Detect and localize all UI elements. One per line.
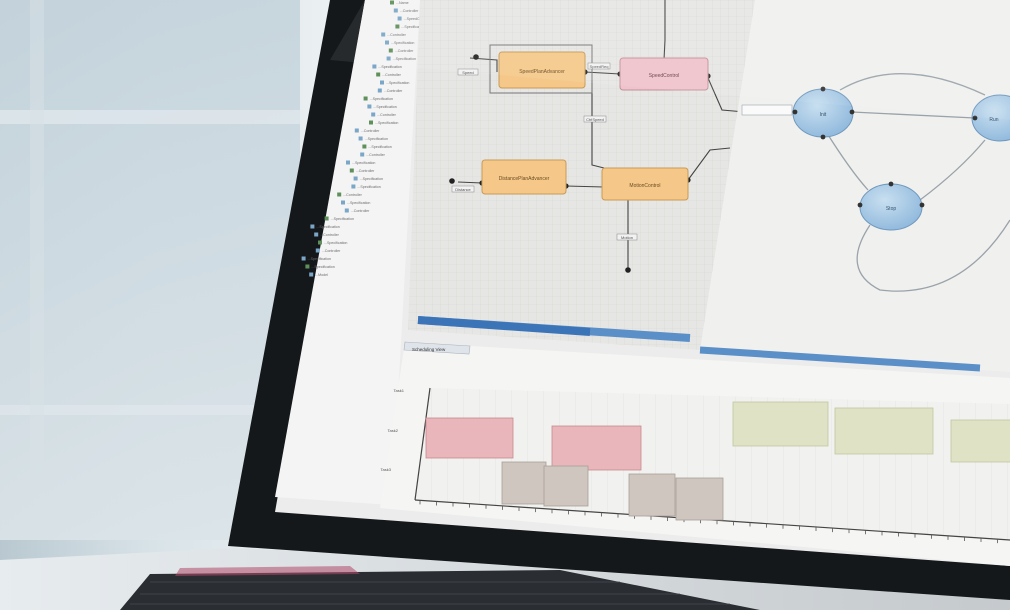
block-label: MotionControl <box>629 183 660 189</box>
tree-node-icon <box>351 184 356 189</box>
tree-item[interactable]: ...Controller <box>351 209 370 213</box>
gantt-bar[interactable] <box>950 419 1010 463</box>
gantt-bar[interactable] <box>834 407 934 455</box>
wire-label: Distance <box>455 187 471 192</box>
tree-node-icon <box>360 152 365 157</box>
tree-item[interactable]: ...Specification <box>365 137 388 141</box>
tree-item[interactable]: ...Controller <box>377 113 396 117</box>
row-label: Task1 <box>394 388 405 393</box>
gantt-bar[interactable] <box>732 401 829 447</box>
tree-node-icon <box>377 88 382 93</box>
tree-item[interactable]: ...Specification <box>311 265 334 269</box>
gantt-bar[interactable] <box>425 417 514 459</box>
tree-node-icon <box>372 64 377 69</box>
tree-node-icon <box>376 72 381 77</box>
tree-node-icon <box>353 176 358 181</box>
state-label: Init <box>820 112 827 118</box>
tree-item[interactable]: ...Specification <box>352 161 375 165</box>
wire-label: CtrlSpeed <box>586 117 604 122</box>
tree-node-icon <box>324 216 329 221</box>
tree-item[interactable]: ...Controller <box>382 73 401 77</box>
tree-node-icon <box>371 112 376 117</box>
tree-node-icon <box>341 200 345 205</box>
gantt-bar[interactable] <box>501 461 547 505</box>
tree-item[interactable]: ...Specification <box>316 225 339 229</box>
tree-item[interactable]: ...Specification <box>386 81 409 85</box>
tree-item[interactable]: ...Controller <box>361 129 380 133</box>
tree-node-icon <box>309 272 314 277</box>
tree-item[interactable]: ...Controller <box>320 233 339 237</box>
tree-item[interactable]: ...Controller <box>384 89 403 93</box>
tree-node-icon <box>318 240 322 245</box>
tree-node-icon <box>380 80 384 85</box>
tree-node-icon <box>367 104 372 109</box>
tree-node-icon <box>369 120 373 125</box>
tree-node-icon <box>315 248 320 253</box>
tree-node-icon <box>362 144 367 149</box>
tree-node-icon <box>305 264 310 269</box>
row-label: Task2 <box>388 428 399 433</box>
tree-node-icon <box>363 96 368 101</box>
tree-node-icon <box>301 256 306 261</box>
tree-node-icon <box>344 208 349 213</box>
laptop-photo: ...Name ...Controller ...SpeedControl ...Sp… <box>0 0 1010 610</box>
gantt-bar[interactable] <box>628 473 676 517</box>
tree-item[interactable]: ...Specification <box>373 105 396 109</box>
wire-label: Motion <box>621 235 633 240</box>
tree-item[interactable]: ...Controller <box>366 153 385 157</box>
row-label: Task3 <box>381 467 392 472</box>
tree-item[interactable]: ...Model <box>315 273 328 277</box>
tree-item[interactable]: ...Specification <box>308 257 331 261</box>
block-motion-control[interactable]: MotionControl <box>601 167 689 201</box>
tree-item[interactable]: ...Specification <box>368 145 391 149</box>
tab-label: Scheduling View <box>412 347 446 352</box>
tree-node-icon <box>349 168 354 173</box>
tree-item[interactable]: ...Controller <box>322 249 341 253</box>
gantt-bar[interactable] <box>543 465 589 507</box>
block-distance-plan-advancer[interactable]: DistancePlanAdvancer <box>481 159 567 195</box>
tree-item[interactable]: ...Specification <box>370 97 393 101</box>
state-label: Stop <box>886 206 897 212</box>
tree-node-icon <box>337 192 342 197</box>
tree-item[interactable]: ...Specification <box>357 185 380 189</box>
tree-item[interactable]: ...Specification <box>360 177 383 181</box>
gantt-bar[interactable] <box>675 477 724 521</box>
tree-node-icon <box>346 160 350 165</box>
tree-item[interactable]: ...Controller <box>356 169 375 173</box>
tree-node-icon <box>310 224 315 229</box>
tree-node-icon <box>354 128 359 133</box>
tree-item[interactable]: ...Specification <box>324 241 347 245</box>
tree-node-icon <box>314 232 319 237</box>
gantt-bar[interactable] <box>551 425 642 471</box>
tree-item[interactable]: ...Controller <box>343 193 362 197</box>
tree-node-icon <box>358 136 363 141</box>
block-label: DistancePlanAdvancer <box>499 176 550 182</box>
tree-item[interactable]: ...Specification <box>375 121 398 125</box>
state-node[interactable]: Stop <box>859 183 923 231</box>
tree-item[interactable]: ...Specification <box>331 217 354 221</box>
tree-item[interactable]: ...Specification <box>347 201 370 205</box>
